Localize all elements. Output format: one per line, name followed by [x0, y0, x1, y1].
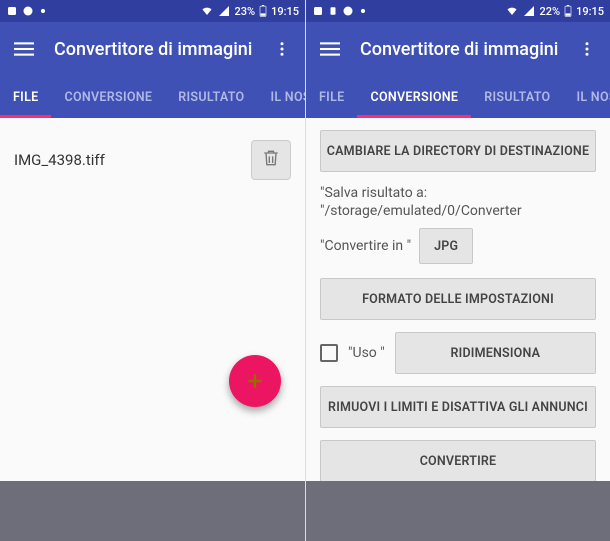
app-indicator-icon: [312, 5, 324, 17]
convert-to-label: "Convertire in ": [320, 237, 411, 255]
menu-icon[interactable]: [14, 39, 34, 59]
convert-to-row: "Convertire in " JPG: [320, 228, 596, 264]
remove-limits-button[interactable]: RIMUOVI I LIMITI E DISATTIVA GLI ANNUNCI: [320, 386, 596, 428]
phone-right: 22% 19:15 Convertitore di immagini FILE …: [305, 0, 610, 541]
menu-icon[interactable]: [320, 39, 340, 59]
phone-left: 23% 19:15 Convertitore di immagini FILE …: [0, 0, 305, 541]
plus-icon: [245, 371, 265, 391]
clock-text: 19:15: [271, 5, 299, 18]
add-file-fab[interactable]: [229, 355, 281, 407]
content-area: IMG_4398.tiff: [0, 118, 305, 481]
delete-file-button[interactable]: [251, 140, 291, 180]
app-title: Convertitore di immagini: [360, 39, 558, 60]
save-path-text: "Salva risultato a: "/storage/emulated/0…: [320, 184, 596, 220]
signal-icon: [523, 5, 535, 17]
app-indicator2-icon: [328, 5, 338, 17]
tab-risultato[interactable]: RISULTATO: [165, 76, 257, 118]
resize-button[interactable]: RIDIMENSIONA: [395, 332, 596, 374]
app-bar: Convertitore di immagini: [306, 22, 610, 76]
tab-risultato[interactable]: RISULTATO: [471, 76, 563, 118]
tab-ilnostro[interactable]: IL NOSTRO: [257, 76, 305, 118]
file-list-item[interactable]: IMG_4398.tiff: [14, 130, 291, 190]
overflow-menu-icon[interactable]: [273, 40, 291, 58]
app-bar: Convertitore di immagini: [0, 22, 305, 76]
format-settings-button[interactable]: FORMATO DELLE IMPOSTAZIONI: [320, 278, 596, 320]
bottom-bar: [306, 481, 610, 541]
wifi-icon: [505, 5, 519, 17]
battery-icon: [564, 5, 572, 17]
battery-icon: [259, 5, 267, 17]
change-directory-button[interactable]: CAMBIARE LA DIRECTORY DI DESTINAZIONE: [320, 130, 596, 172]
status-bar: 22% 19:15: [306, 0, 610, 22]
app-title: Convertitore di immagini: [54, 39, 253, 60]
notification-dot-icon: [38, 6, 48, 16]
use-label: "Uso ": [348, 345, 385, 361]
tab-bar: FILE CONVERSIONE RISULTATO IL NOSTRO: [306, 76, 610, 118]
tab-conversione[interactable]: CONVERSIONE: [357, 76, 471, 118]
signal-icon: [218, 5, 230, 17]
wifi-icon: [200, 5, 214, 17]
tab-ilnostro[interactable]: IL NOSTRO: [563, 76, 610, 118]
battery-text: 22%: [539, 5, 560, 18]
tab-bar: FILE CONVERSIONE RISULTATO IL NOSTRO: [0, 76, 305, 118]
format-select-button[interactable]: JPG: [419, 228, 473, 264]
tab-file[interactable]: FILE: [306, 76, 357, 118]
status-bar: 23% 19:15: [0, 0, 305, 22]
app-indicator-icon: [6, 5, 18, 17]
content-area: CAMBIARE LA DIRECTORY DI DESTINAZIONE "S…: [306, 118, 610, 481]
battery-text: 23%: [234, 5, 255, 18]
whatsapp-icon: [22, 5, 34, 17]
trash-icon: [261, 147, 281, 173]
tab-conversione[interactable]: CONVERSIONE: [51, 76, 165, 118]
convert-button[interactable]: CONVERTIRE: [320, 440, 596, 481]
overflow-menu-icon[interactable]: [578, 40, 596, 58]
notification-dot-icon: [358, 6, 368, 16]
bottom-bar: [0, 481, 305, 541]
tab-file[interactable]: FILE: [0, 76, 51, 118]
use-resize-checkbox[interactable]: [320, 344, 338, 362]
file-name-label: IMG_4398.tiff: [14, 151, 105, 169]
whatsapp-icon: [342, 5, 354, 17]
resize-row: "Uso " RIDIMENSIONA: [320, 332, 596, 374]
clock-text: 19:15: [576, 5, 604, 18]
